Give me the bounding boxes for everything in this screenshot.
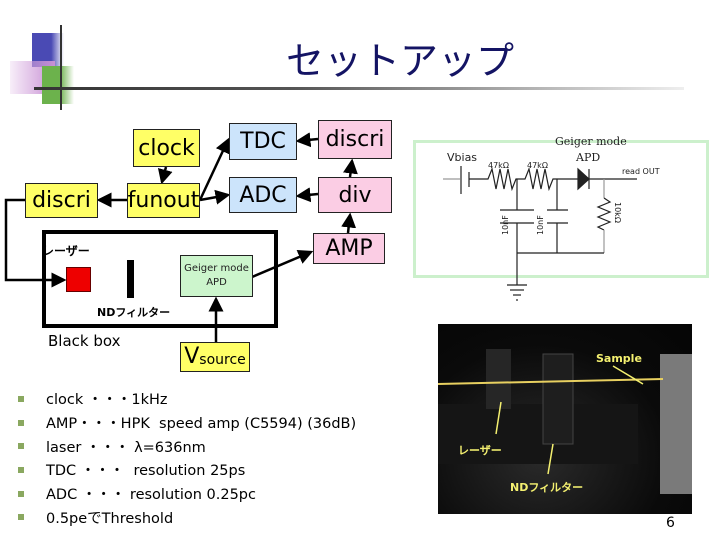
photo-label-laser: レーザー [458,444,502,457]
arrow-funout-tdc [198,137,230,201]
apd-diode [577,167,590,191]
photo-label-nd-filter: NDフィルター [510,481,584,494]
apd-box: Geiger mode APD [180,255,253,297]
discri-left-box: discri [25,183,98,218]
arrow-funout-adc [199,189,231,205]
adc-box: ADC [229,177,297,213]
laser-label: レーザー [42,244,90,258]
list-item: laser ・・・ λ=636nm [18,434,356,458]
bullet-icon [18,419,24,426]
rload-label: 10kΩ [613,202,622,223]
arrow-clock-funout [157,166,173,185]
amp-box: AMP [313,233,385,264]
photo-laser-mount [486,349,511,409]
list-item: TDC ・・・ resolution 25ps [18,458,356,482]
div-box: div [318,177,392,213]
c2-label: 10nF [536,215,545,235]
circuit-schematic: Geiger mode APD Vbias 47kΩ 47kΩ read OUT… [443,135,660,301]
c1-label: 10nF [501,215,510,235]
list-item-text: TDC ・・・ resolution 25ps [46,463,246,480]
list-item-text: AMP・・・HPK speed amp (C5594) (36dB) [46,416,357,433]
resistor-r1 [469,166,518,192]
photo-sample-mount [660,354,692,494]
discri-right-box: discri [318,120,392,159]
circuit-title-line1: Geiger mode [555,135,627,148]
arrow-discri-tdc [295,132,319,148]
laser-source [66,267,91,292]
bullet-icon [18,395,24,402]
list-item-text: laser ・・・ λ=636nm [46,439,206,456]
arrow-amp-div [341,212,357,234]
page-number: 6 [666,515,675,531]
resistor-r2 [518,166,580,192]
list-item-text: 0.5peでThreshold [46,510,174,527]
funout-box: funout [127,183,200,218]
list-item: AMP・・・HPK speed amp (C5594) (36dB) [18,411,356,435]
vsource-box: Vsource [180,342,250,372]
list-item: clock ・・・1kHz [18,387,356,411]
photo-nd-mount [542,353,574,445]
bullet-icon [18,466,24,473]
arrow-div-discri [343,158,358,178]
clock-box: clock [133,129,200,167]
setup-photo: Sample レーザー NDフィルター [438,324,692,514]
vsource-sub-text: source [199,352,246,368]
bullet-icon [18,443,24,450]
photo-label-sample: Sample [596,352,642,365]
arrow-div-adc [295,187,319,203]
spec-list: clock ・・・1kHz AMP・・・HPK speed amp (C5594… [18,387,356,529]
bullet-icon [18,514,24,521]
photo-arrow-sample [612,365,644,385]
list-item: ADC ・・・ resolution 0.25pc [18,482,356,506]
r2-label: 47kΩ [527,161,548,170]
vbias-label: Vbias [447,151,477,164]
bullet-icon [18,490,24,497]
black-box-label: Black box [48,332,121,350]
nd-filter-bar [127,260,134,298]
list-item-text: ADC ・・・ resolution 0.25pc [46,487,256,504]
list-item-text: clock ・・・1kHz [46,392,168,409]
resistor-rload [596,197,612,231]
circuit-title-line2: APD [575,151,600,164]
r1-label: 47kΩ [488,161,509,170]
readout-label: read OUT [622,167,660,176]
nd-filter-label: NDフィルター [97,306,171,319]
vsource-main-text: V [184,344,200,369]
list-item: 0.5peでThreshold [18,505,356,529]
tdc-box: TDC [229,123,297,160]
